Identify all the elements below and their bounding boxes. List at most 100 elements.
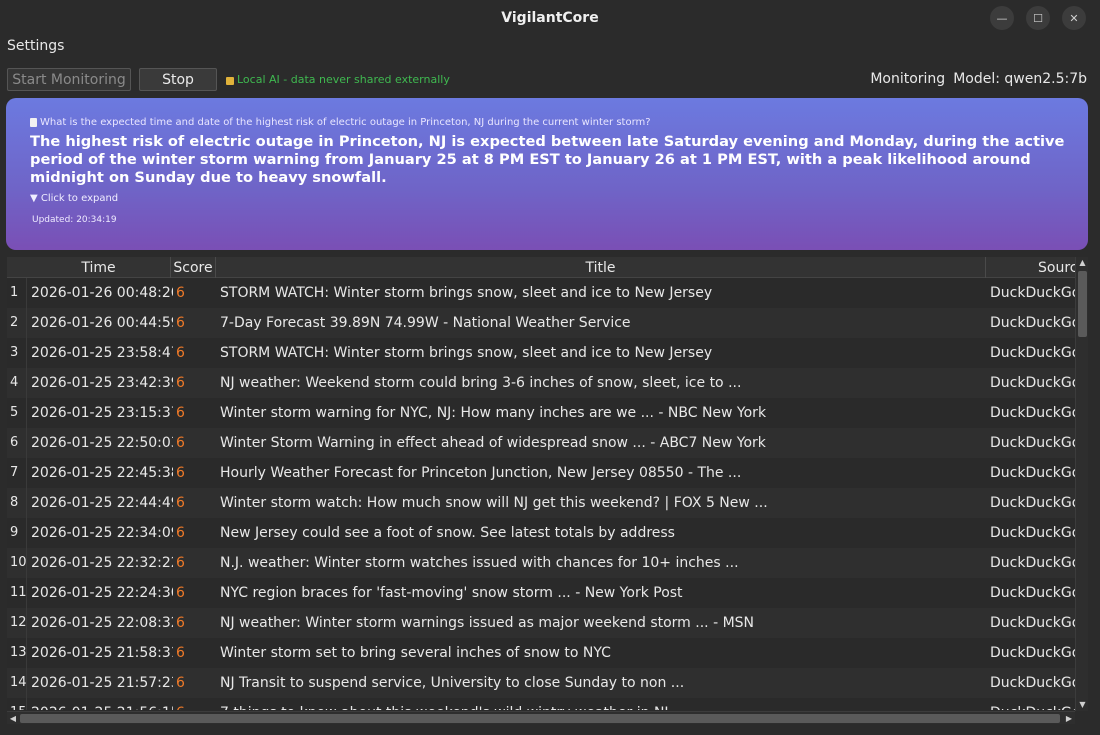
cell-score: 6: [176, 285, 185, 301]
row-number: 5: [10, 405, 19, 420]
scroll-left-icon[interactable]: ◀: [7, 712, 19, 724]
cell-score: 6: [176, 645, 185, 661]
cell-title: NJ weather: Weekend storm could bring 3-…: [220, 375, 742, 391]
start-monitoring-button[interactable]: Start Monitoring: [7, 68, 131, 91]
answer-text: The highest risk of electric outage in P…: [30, 133, 1065, 186]
cell-source: DuckDuckGo: [990, 285, 1075, 301]
table-row[interactable]: 5 2026-01-25 23:15:37 6 Winter storm warnin…: [7, 398, 1075, 428]
maximize-icon[interactable]: ☐: [1026, 6, 1050, 30]
row-number: 7: [10, 465, 19, 480]
cell-time: 2026-01-25 22:34:09: [31, 525, 173, 541]
cell-source: DuckDuckGo: [990, 645, 1075, 661]
local-ai-note: Local AI - data never shared externally: [226, 73, 450, 86]
cell-source: DuckDuckGo: [990, 315, 1075, 331]
cell-title: N.J. weather: Winter storm watches issue…: [220, 555, 739, 571]
cell-time: 2026-01-25 22:44:49: [31, 495, 173, 511]
minimize-icon[interactable]: —: [990, 6, 1014, 30]
lock-icon: [226, 76, 234, 85]
cell-time: 2026-01-26 00:48:20: [31, 285, 173, 301]
column-header-title[interactable]: Title: [216, 257, 986, 278]
cell-time: 2026-01-25 22:08:32: [31, 615, 173, 631]
row-number: 4: [10, 375, 19, 390]
cell-time: 2026-01-26 00:44:59: [31, 315, 173, 331]
question-text: What is the expected time and date of th…: [40, 117, 651, 128]
cell-source: DuckDuckGo: [990, 698, 1075, 710]
cell-source: DuckDuckGo: [990, 435, 1075, 451]
menu-settings[interactable]: Settings: [7, 38, 64, 54]
cell-source: DuckDuckGo: [990, 555, 1075, 571]
cell-title: New Jersey could see a foot of snow. See…: [220, 525, 675, 541]
scroll-down-icon[interactable]: ▼: [1077, 699, 1088, 711]
close-icon[interactable]: ✕: [1062, 6, 1086, 30]
horizontal-scroll-thumb[interactable]: [20, 714, 1060, 723]
cell-title: Winter storm set to bring several inches…: [220, 645, 611, 661]
column-header-time[interactable]: Time: [27, 257, 171, 278]
scroll-up-icon[interactable]: ▲: [1077, 257, 1088, 269]
results-table: Time Score Title Source 1 2026-01-26 00:4…: [7, 257, 1088, 724]
cell-title: STORM WATCH: Winter storm brings snow, s…: [220, 345, 713, 361]
table-row[interactable]: 2 2026-01-26 00:44:59 6 7-Day Forecast 39.8…: [7, 308, 1075, 338]
cell-score: 6: [176, 525, 185, 541]
cell-time: 2026-01-25 22:50:03: [31, 435, 173, 451]
row-number: 9: [10, 525, 19, 540]
cell-score: 6: [176, 675, 185, 691]
cell-source: DuckDuckGo: [990, 465, 1075, 481]
local-ai-note-text: Local AI - data never shared externally: [237, 73, 450, 86]
table-row[interactable]: 4 2026-01-25 23:42:39 6 NJ weather: Weekend…: [7, 368, 1075, 398]
updated-timestamp: Updated: 20:34:19: [32, 215, 117, 225]
cell-time: 2026-01-25 21:57:23: [31, 675, 173, 691]
cell-time: 2026-01-25 23:15:37: [31, 405, 173, 421]
cell-title: 7-Day Forecast 39.89N 74.99W - National …: [220, 315, 631, 331]
cell-time: 2026-01-25 23:58:47: [31, 345, 173, 361]
table-row[interactable]: 13 2026-01-25 21:58:31 6 Winter storm set t…: [7, 638, 1075, 668]
table-row[interactable]: 12 2026-01-25 22:08:32 6 NJ weather: Winter…: [7, 608, 1075, 638]
scroll-right-icon[interactable]: ▶: [1063, 712, 1075, 724]
toolbar: Start Monitoring Stop Local AI - data ne…: [0, 66, 1100, 92]
column-header-source[interactable]: Source: [986, 257, 1077, 278]
cell-score: 6: [176, 585, 185, 601]
table-row[interactable]: 11 2026-01-25 22:24:30 6 NYC region braces …: [7, 578, 1075, 608]
table-row[interactable]: 10 2026-01-25 22:32:22 6 N.J. weather: Wint…: [7, 548, 1075, 578]
cell-source: DuckDuckGo: [990, 615, 1075, 631]
table-row[interactable]: 15 2026-01-25 21:56:156 7 things to know a…: [7, 698, 1075, 710]
table-row[interactable]: 8 2026-01-25 22:44:49 6 Winter storm watch:…: [7, 488, 1075, 518]
cell-score: 6: [176, 495, 185, 511]
cell-score: 6: [176, 345, 185, 361]
question: What is the expected time and date of th…: [30, 117, 1064, 128]
table-row[interactable]: 6 2026-01-25 22:50:03 6 Winter Storm Warnin…: [7, 428, 1075, 458]
window-title: VigilantCore: [501, 10, 599, 26]
cell-source: DuckDuckGo: [990, 495, 1075, 511]
cell-score: 6: [176, 465, 185, 481]
cell-title: Winter storm watch: How much snow will N…: [220, 495, 768, 511]
table-row[interactable]: 3 2026-01-25 23:58:47 6 STORM WATCH: Winter…: [7, 338, 1075, 368]
cell-time: 2026-01-25 22:32:22: [31, 555, 173, 571]
row-number: 12: [10, 615, 27, 630]
horizontal-scrollbar[interactable]: ◀ ▶: [7, 711, 1075, 724]
cell-score: 6: [176, 615, 185, 631]
vertical-scroll-thumb[interactable]: [1078, 271, 1087, 337]
window-controls: — ☐ ✕: [990, 6, 1086, 30]
stop-button[interactable]: Stop: [139, 68, 217, 91]
cell-title: Winter Storm Warning in effect ahead of …: [220, 435, 766, 451]
monitoring-status: Monitoring: [870, 71, 946, 87]
cell-score: 6: [176, 405, 185, 421]
table-row[interactable]: 9 2026-01-25 22:34:09 6 New Jersey could se…: [7, 518, 1075, 548]
row-number: 1: [10, 285, 19, 300]
cell-title: STORM WATCH: Winter storm brings snow, s…: [220, 285, 713, 301]
expand-toggle[interactable]: ▼ Click to expand: [30, 193, 1064, 204]
row-number: 13: [10, 645, 27, 660]
row-number: 14: [10, 675, 27, 690]
row-number: 2: [10, 315, 19, 330]
row-number: 15: [7, 698, 27, 710]
vertical-scrollbar[interactable]: ▲ ▼: [1075, 257, 1088, 711]
row-number: 6: [10, 435, 19, 450]
cell-score: 6: [176, 435, 185, 451]
table-row[interactable]: 14 2026-01-25 21:57:23 6 NJ Transit to susp…: [7, 668, 1075, 698]
cell-source: DuckDuckGo: [990, 375, 1075, 391]
cell-time: 2026-01-25 21:56:15: [31, 698, 173, 710]
column-header-score[interactable]: Score: [171, 257, 216, 278]
table-row[interactable]: 1 2026-01-26 00:48:20 6 STORM WATCH: Winter…: [7, 278, 1075, 308]
answer-card[interactable]: What is the expected time and date of th…: [6, 98, 1088, 250]
table-row[interactable]: 7 2026-01-25 22:45:38 6 Hourly Weather Fore…: [7, 458, 1075, 488]
cell-title: 7 things to know about this weekend's wi…: [220, 698, 983, 710]
